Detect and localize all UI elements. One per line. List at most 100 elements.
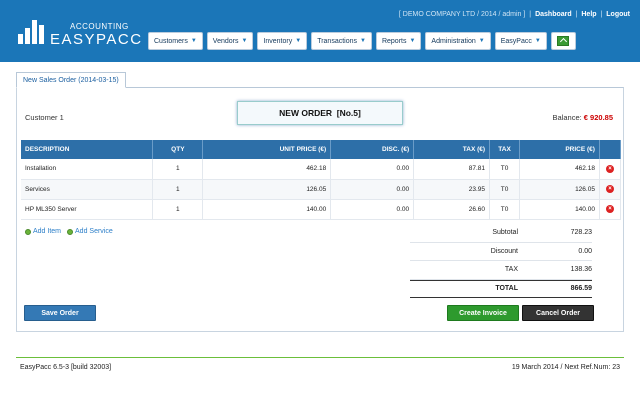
col-actions	[599, 140, 622, 159]
nav-label: Inventory	[263, 37, 293, 45]
order-lines-table: DESCRIPTION QTY UNIT PRICE (€) DISC. (€)…	[21, 140, 622, 220]
help-link[interactable]: Help	[581, 11, 596, 18]
save-order-button[interactable]: Save Order	[24, 305, 96, 321]
col-tax-code: TAX	[489, 140, 521, 159]
nav-label: Reports	[381, 37, 407, 45]
discount-value: 0.00	[578, 247, 592, 255]
nav-easypacc[interactable]: EasyPacc ▼	[494, 32, 547, 50]
discount-row: Discount 0.00	[410, 243, 592, 261]
cell-discount[interactable]: 0.00	[330, 179, 415, 200]
total-label: TOTAL	[495, 285, 518, 293]
order-title-text: NEW ORDER	[279, 108, 333, 118]
chevron-down-icon: ▼	[409, 38, 416, 44]
cell-qty[interactable]: 1	[152, 199, 204, 220]
logo-tagline: ACCOUNTING	[70, 22, 129, 31]
plus-icon	[25, 228, 31, 235]
cell-qty[interactable]: 1	[152, 179, 204, 200]
nav-label: EasyPacc	[500, 37, 532, 45]
cell-tax-code[interactable]: T0	[489, 199, 521, 220]
nav-transactions[interactable]: Transactions ▼	[311, 32, 372, 50]
cell-price: 140.00	[519, 199, 600, 220]
main-nav: Customers ▼ Vendors ▼ Inventory ▼ Transacti…	[148, 32, 576, 50]
tax-value: 138.36	[570, 266, 592, 274]
tab-new-sales-order[interactable]: New Sales Order (2014-03-15)	[16, 72, 126, 88]
subtotal-row: Subtotal 728.23	[410, 224, 592, 243]
col-discount: DISC. (€)	[330, 140, 415, 159]
nav-label: Vendors	[212, 37, 239, 45]
discount-label: Discount	[490, 247, 518, 255]
cell-discount[interactable]: 0.00	[330, 199, 415, 220]
add-line-links: Add Item Add Service	[25, 228, 113, 235]
balance-value: € 920.85	[583, 113, 613, 122]
create-invoice-button[interactable]: Create Invoice	[447, 305, 519, 321]
chevron-down-icon: ▼	[190, 38, 197, 44]
cancel-order-button[interactable]: Cancel Order	[522, 305, 594, 321]
order-number: [No.5]	[336, 108, 361, 118]
order-title: NEW ORDER [No.5]	[237, 101, 403, 125]
col-unit-price: UNIT PRICE (€)	[202, 140, 332, 159]
nav-customers[interactable]: Customers ▼	[148, 32, 203, 50]
tax-row: TAX 138.36	[410, 261, 592, 280]
cell-tax-amount: 87.81	[413, 159, 491, 180]
nav-label: Administration	[431, 37, 476, 45]
logo-name: EASYPACC	[50, 31, 143, 48]
add-service-link[interactable]: Add Service	[67, 228, 113, 235]
balance-label: Balance:	[552, 113, 582, 122]
tax-label: TAX	[504, 266, 518, 274]
cell-price: 462.18	[519, 159, 600, 180]
cell-description[interactable]: HP ML350 Server	[21, 199, 154, 220]
subtotal-label: Subtotal	[492, 229, 518, 237]
total-value: 866.59	[570, 285, 592, 293]
app-header: ACCOUNTING EASYPACC [ DEMO COMPANY LTD /…	[0, 0, 640, 62]
add-item-link[interactable]: Add Item	[25, 228, 61, 235]
chevron-down-icon: ▼	[241, 38, 248, 44]
footer-version: EasyPacc 6.5-3 [build 32003]	[20, 364, 112, 371]
logo-chart-icon	[18, 20, 48, 44]
company-info: [ DEMO COMPANY LTD / 2014 / admin ]	[398, 11, 526, 18]
nav-reports[interactable]: Reports ▼	[375, 32, 422, 50]
col-qty: QTY	[152, 140, 204, 159]
dashboard-link[interactable]: Dashboard	[535, 11, 572, 18]
add-service-label: Add Service	[75, 228, 113, 235]
col-tax-amount: TAX (€)	[413, 140, 491, 159]
order-panel: Customer 1 NEW ORDER [No.5] Balance: € 9…	[16, 87, 624, 332]
logout-link[interactable]: Logout	[606, 11, 630, 18]
totals-summary: Subtotal 728.23 Discount 0.00 TAX 138.36…	[410, 224, 592, 298]
cell-unit-price[interactable]: 126.05	[202, 179, 332, 200]
home-button[interactable]	[550, 32, 576, 50]
plus-icon	[67, 228, 74, 235]
delete-row-icon[interactable]: ×	[605, 205, 614, 213]
table-row[interactable]: HP ML350 Server 1 140.00 0.00 26.60 T0 1…	[21, 199, 622, 220]
nav-inventory[interactable]: Inventory ▼	[257, 32, 308, 50]
top-info-bar: [ DEMO COMPANY LTD / 2014 / admin ] | Da…	[398, 11, 630, 18]
table-row[interactable]: Services 1 126.05 0.00 23.95 T0 126.05 ×	[21, 179, 622, 200]
cell-description[interactable]: Installation	[21, 159, 154, 180]
table-row[interactable]: Installation 1 462.18 0.00 87.81 T0 462.…	[21, 159, 622, 180]
nav-vendors[interactable]: Vendors ▼	[206, 32, 254, 50]
delete-row-icon[interactable]: ×	[605, 164, 614, 173]
delete-row-icon[interactable]: ×	[605, 185, 614, 193]
add-item-label: Add Item	[33, 228, 62, 235]
subtotal-value: 728.23	[570, 229, 592, 237]
chevron-down-icon: ▼	[534, 38, 541, 44]
customer-name: Customer 1	[25, 113, 64, 122]
footer-info: 19 March 2014 / Next Ref.Num: 23	[511, 364, 620, 371]
chevron-down-icon: ▼	[295, 38, 302, 44]
cell-description[interactable]: Services	[21, 179, 154, 200]
chevron-down-icon: ▼	[360, 38, 366, 44]
chevron-down-icon: ▼	[478, 38, 485, 44]
cell-tax-amount: 23.95	[413, 179, 491, 200]
cell-price: 126.05	[519, 179, 600, 200]
cell-discount[interactable]: 0.00	[330, 159, 415, 180]
nav-label: Transactions	[317, 37, 357, 45]
home-icon	[557, 36, 570, 46]
nav-administration[interactable]: Administration ▼	[425, 32, 491, 50]
cell-tax-code[interactable]: T0	[489, 179, 521, 200]
cell-unit-price[interactable]: 462.18	[202, 159, 332, 180]
total-row: TOTAL 866.59	[410, 279, 592, 298]
cell-tax-code[interactable]: T0	[489, 159, 521, 180]
footer-divider	[16, 357, 624, 358]
cell-unit-price[interactable]: 140.00	[202, 199, 332, 220]
col-description: DESCRIPTION	[21, 140, 154, 159]
cell-qty[interactable]: 1	[152, 159, 204, 180]
